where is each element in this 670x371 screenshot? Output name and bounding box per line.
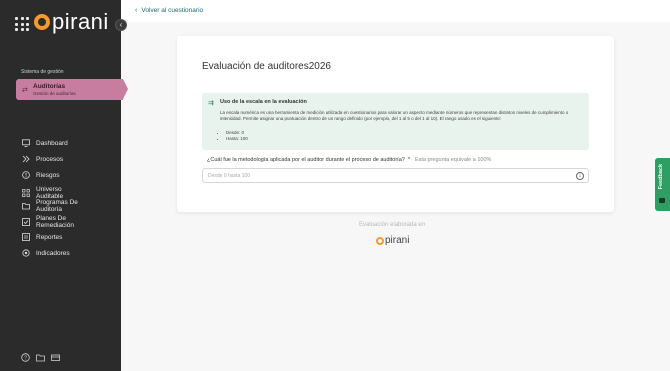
footer-logo-mark	[376, 237, 384, 245]
required-mark: *	[407, 157, 410, 163]
footer-logo: pirani	[376, 236, 409, 246]
sidebar-item-label: Programas De Auditoría	[36, 199, 78, 213]
question-weight-hint: Esta pregunta equivale a 100%	[414, 157, 492, 163]
chevron-left-icon: ‹	[135, 7, 138, 14]
sidebar-item-label: Reportes	[36, 233, 63, 241]
sidebar-item-label: Procesos	[36, 155, 64, 163]
apps-grid-icon[interactable]	[15, 17, 29, 31]
sidebar-item-procesos[interactable]: Procesos	[22, 155, 63, 163]
footer-logo-text: pirani	[385, 235, 410, 246]
back-link-label: Volver al cuestionario	[141, 7, 204, 14]
answer-placeholder: Desde 0 hasta 100	[208, 173, 250, 179]
feedback-label: Feedback	[658, 164, 664, 190]
answer-input[interactable]: Desde 0 hasta 100 i	[202, 168, 589, 183]
logo-text: pirani	[52, 9, 109, 34]
active-module-auditorias[interactable]: ⇄ Auditorías Gestión de auditorías	[16, 79, 128, 100]
scale-info-box: ⇉ Uso de la escala en la evaluación La e…	[202, 93, 589, 150]
active-module-title: Auditorías	[33, 83, 66, 90]
info-title: Uso de la escala en la evaluación	[220, 99, 307, 105]
sidebar-item-indicadores[interactable]: Indicadores	[22, 249, 70, 257]
sidebar-item-riesgos[interactable]: Riesgos	[22, 171, 59, 179]
feedback-icon	[659, 198, 665, 203]
page-title: Evaluación de auditores2026	[202, 61, 331, 72]
sidebar-item-universo-auditable[interactable]: Universo Auditable	[22, 186, 63, 200]
feedback-tab[interactable]: Feedback	[655, 158, 670, 211]
section-label: Sistema de gestión	[21, 69, 64, 75]
folder-program-icon	[22, 202, 30, 210]
sidebar-item-label: Riesgos	[36, 171, 60, 179]
active-module-subtitle: Gestión de auditorías	[33, 91, 76, 96]
question-text: ¿Cuál fue la metodología aplicada por el…	[207, 157, 405, 163]
top-bar	[121, 0, 670, 22]
pirani-logo[interactable]: pirani	[34, 11, 109, 33]
sidebar-item-label: Universo Auditable	[36, 186, 64, 200]
made-in-label: Evaluación elaborada en	[359, 222, 426, 228]
sidebar-item-planes-de-remediacion[interactable]: Planes De Remediación	[22, 215, 96, 229]
sidebar-bottom-actions: ?	[21, 353, 60, 362]
warning-icon	[22, 171, 30, 179]
logo-mark	[34, 14, 50, 30]
range-to: Hasta: 100	[226, 136, 248, 142]
sidebar-item-dashboard[interactable]: Dashboard	[22, 139, 68, 147]
audit-icon: ⇄	[22, 87, 28, 94]
range-list: Desde: 0 Hasta: 100	[226, 130, 248, 142]
card-icon[interactable]	[51, 353, 60, 362]
info-icon[interactable]: i	[576, 172, 584, 180]
sidebar-item-label: Indicadores	[36, 249, 70, 257]
collapse-sidebar-button[interactable]: ‹	[115, 19, 127, 31]
monitor-icon	[22, 139, 30, 147]
folder-icon[interactable]	[36, 353, 45, 362]
question-label: ¿Cuál fue la metodología aplicada por el…	[207, 157, 491, 163]
sidebar-item-programas-de-auditoria[interactable]: Programas De Auditoría	[22, 199, 96, 213]
help-icon[interactable]: ?	[21, 353, 30, 362]
back-to-questionnaire-link[interactable]: ‹ Volver al cuestionario	[135, 7, 203, 14]
evaluation-card: Evaluación de auditores2026 ⇉ Uso de la …	[177, 36, 614, 212]
svg-text:?: ?	[24, 355, 27, 361]
sidebar-item-label: Dashboard	[36, 139, 68, 147]
grid-icon	[22, 189, 30, 197]
process-icon	[22, 155, 30, 163]
report-icon	[22, 233, 30, 241]
info-text: La escala numérica es una herramienta de…	[220, 110, 569, 121]
checkbox-icon	[22, 218, 30, 226]
sidebar-item-reportes[interactable]: Reportes	[22, 233, 62, 241]
sidebar: pirani Sistema de gestión ⇄ Auditorías G…	[0, 0, 128, 371]
sidebar-item-label: Planes De Remediación	[36, 215, 74, 229]
scale-icon: ⇉	[208, 100, 214, 107]
target-icon	[22, 249, 30, 257]
